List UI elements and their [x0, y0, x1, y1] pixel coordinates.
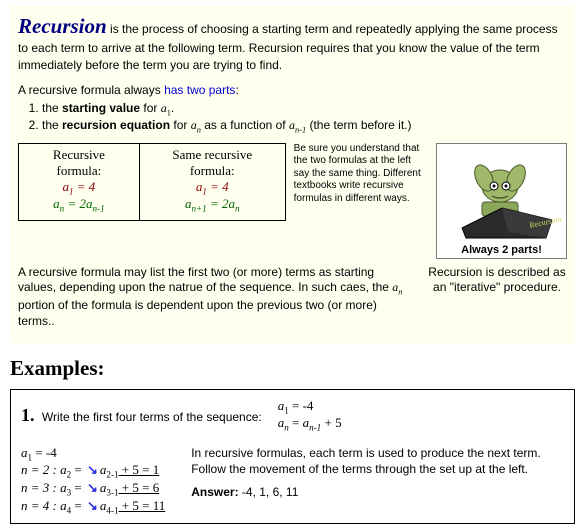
wA: n = 2 :	[21, 462, 60, 477]
li2-c: for	[170, 118, 191, 132]
li1-b: starting value	[62, 101, 140, 115]
side-note: Be sure you understand that the two form…	[294, 143, 428, 206]
li2-f: as a function of	[201, 118, 289, 132]
parts-colon: :	[235, 83, 238, 97]
wCf: + 5 = 11	[119, 498, 166, 513]
wAc: =	[71, 462, 85, 477]
example-1-prompt: 1. Write the first four terms of the seq…	[21, 405, 262, 426]
wBf: + 5 = 6	[119, 480, 160, 495]
formula-cell-left: Recursive formula: a1 = 4 an = 2an-1	[19, 143, 140, 220]
wCe: 4-1	[106, 505, 118, 515]
examples-heading: Examples:	[10, 356, 575, 381]
li1-c: for	[140, 101, 161, 115]
g2f: + 5	[321, 415, 341, 430]
wAe: 2-1	[106, 470, 118, 480]
arrow-icon-1: ↘	[87, 462, 98, 477]
answer-label: Answer:	[191, 485, 238, 499]
wAf: + 5 = 1	[119, 462, 160, 477]
parts-list-item-2: the recursion equation for an as a funct…	[42, 118, 567, 134]
wCc: =	[71, 498, 85, 513]
formula-cell-right: Same recursive formula: a1 = 4 an+1 = 2a…	[139, 143, 285, 220]
parts-list: the starting value for a1. the recursion…	[42, 101, 567, 135]
tbl-h1: Recursive formula:	[53, 147, 105, 178]
li2-sub2: n-1	[295, 126, 306, 135]
parts-lead: A recursive formula always has two parts…	[18, 83, 567, 97]
mid-row: Recursive formula: a1 = 4 an = 2an-1 Sam…	[18, 143, 567, 259]
t-r2c: = 2	[64, 196, 86, 211]
tbl-h2: Same recursive formula:	[172, 147, 252, 178]
li1-a: the	[42, 101, 62, 115]
arrow-icon-3: ↘	[87, 498, 98, 513]
intro-paragraph: Recursion is the process of choosing a s…	[18, 12, 567, 73]
t-r3c: = 4	[207, 179, 229, 194]
ex1-num: 1.	[21, 405, 35, 425]
example-1-box: 1. Write the first four terms of the seq…	[10, 389, 575, 525]
wC: n = 4 :	[21, 498, 60, 513]
g2c: =	[289, 415, 303, 430]
ex1-prompt-text: Write the first four terms of the sequen…	[42, 410, 262, 424]
dependent-note-row: A recursive formula may list the first t…	[18, 265, 567, 330]
t-r4b: n+1	[191, 204, 206, 214]
iterative-note: Recursion is described as an "iterative"…	[427, 265, 567, 296]
example-1-work: a1 = -4 n = 2 : a2 = ↘a2-1 + 5 = 1 n = 3…	[21, 445, 165, 515]
li2-a: the	[42, 118, 62, 132]
dep-l4: portion of the formula is dependent upon…	[18, 298, 377, 328]
formula-table: Recursive formula: a1 = 4 an = 2an-1 Sam…	[18, 143, 286, 221]
t-r2e: n-1	[93, 204, 105, 214]
ex1-given: a1 = -4 an = an-1 + 5	[278, 398, 342, 433]
g2e: n-1	[309, 423, 321, 433]
example-1-explain: In recursive formulas, each term is used…	[191, 445, 564, 499]
wB: n = 3 :	[21, 480, 60, 495]
li2-i: (the term before it.)	[306, 118, 411, 132]
ex1-explain-text: In recursive formulas, each term is used…	[191, 445, 564, 477]
dep-sub: n	[398, 287, 402, 296]
t-r1c: = 4	[74, 179, 96, 194]
li2-b: recursion equation	[62, 118, 170, 132]
recursion-heading: Recursion	[18, 14, 107, 38]
wBc: =	[71, 480, 85, 495]
t-r4c: = 2	[207, 196, 229, 211]
dep-l1: A recursive formula may list the first t…	[18, 265, 392, 295]
w0c: = -4	[32, 445, 57, 460]
illustration-caption: Always 2 parts!	[441, 244, 562, 256]
t-r4e: n	[235, 204, 240, 214]
example-1-work-row: a1 = -4 n = 2 : a2 = ↘a2-1 + 5 = 1 n = 3…	[21, 445, 564, 515]
goblin-illustration: Recursion	[441, 148, 562, 242]
illustration-box: Recursion Always 2 parts!	[436, 143, 567, 259]
g1c: = -4	[289, 398, 314, 413]
has-two-parts-link[interactable]: has two parts	[164, 83, 235, 97]
dependent-note: A recursive formula may list the first t…	[18, 265, 415, 330]
li1-dot: .	[171, 101, 174, 115]
answer-value: -4, 1, 6, 11	[239, 485, 299, 499]
example-1-prompt-row: 1. Write the first four terms of the seq…	[21, 398, 564, 433]
arrow-icon-2: ↘	[87, 480, 98, 495]
wBe: 3-1	[106, 488, 118, 498]
intro-block: Recursion is the process of choosing a s…	[10, 6, 575, 344]
parts-lead-text: A recursive formula always	[18, 83, 164, 97]
parts-list-item-1: the starting value for a1.	[42, 101, 567, 117]
